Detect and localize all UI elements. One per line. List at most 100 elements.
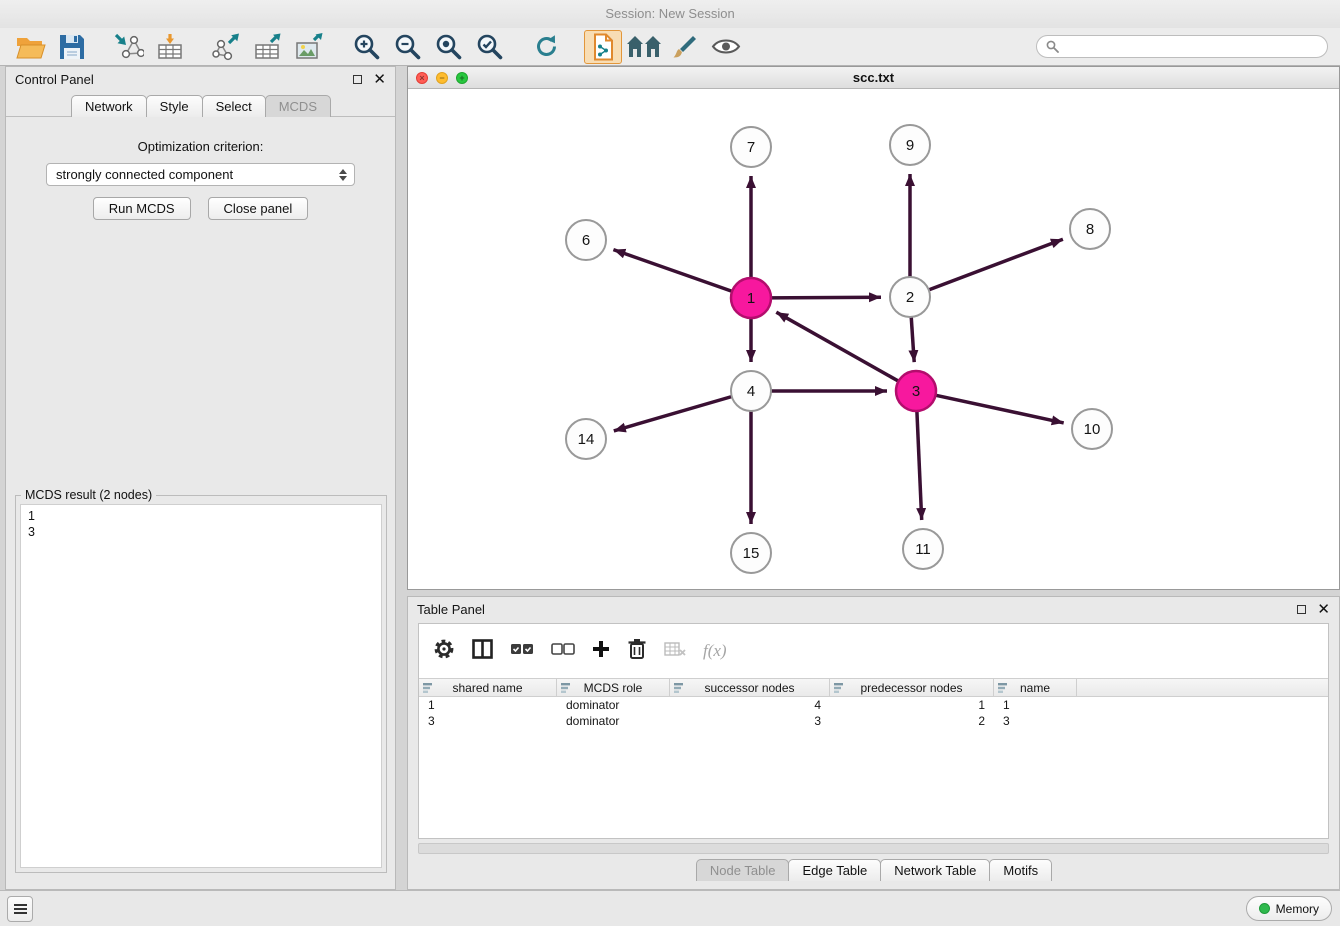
control-panel: Control Panel ✕ NetworkStyleSelectMCDS O… xyxy=(5,66,396,890)
graph-node-label: 15 xyxy=(743,545,760,562)
show-columns-button[interactable] xyxy=(472,639,493,664)
zoom-selected-button[interactable] xyxy=(470,30,508,64)
graph-node-label: 7 xyxy=(747,139,755,156)
tab-mcds[interactable]: MCDS xyxy=(265,95,331,117)
graph-edge-2-8[interactable] xyxy=(927,239,1063,290)
criterion-dropdown[interactable]: strongly connected component xyxy=(46,163,355,186)
column-sort-icon xyxy=(998,683,1009,694)
close-panel-button[interactable]: Close panel xyxy=(208,197,309,220)
mcds-result-group: MCDS result (2 nodes) 1 3 xyxy=(15,495,387,873)
plus-icon xyxy=(592,640,610,658)
deselect-all-columns-button[interactable] xyxy=(551,642,575,660)
refresh-view-button[interactable] xyxy=(527,30,565,64)
dropdown-stepper-icon[interactable] xyxy=(334,166,351,183)
graph-node-label: 14 xyxy=(578,431,595,448)
eye-icon xyxy=(711,37,741,56)
table-header-row: shared nameMCDS role successor nodes prede… xyxy=(419,678,1328,697)
column-header-shared-name[interactable]: shared name xyxy=(419,679,557,696)
add-column-button[interactable] xyxy=(592,640,610,663)
float-panel-icon[interactable] xyxy=(353,75,362,84)
export-image-icon xyxy=(295,33,323,61)
table-cell[interactable]: 1 xyxy=(419,697,557,713)
graph-edge-2-3[interactable] xyxy=(911,315,914,362)
table-cell[interactable]: 3 xyxy=(419,713,557,729)
search-field[interactable] xyxy=(1036,35,1328,58)
import-table-icon xyxy=(156,33,184,61)
import-network-button[interactable] xyxy=(110,30,148,64)
traffic-lights: × − + xyxy=(416,72,468,84)
run-mcds-button[interactable]: Run MCDS xyxy=(93,197,191,220)
tab-network[interactable]: Network xyxy=(71,95,147,117)
tab-style[interactable]: Style xyxy=(146,95,203,117)
table-tab-network-table[interactable]: Network Table xyxy=(880,859,990,881)
table-cell[interactable]: 4 xyxy=(670,697,830,713)
column-header-MCDS-role[interactable]: MCDS role xyxy=(557,679,670,696)
export-network-icon xyxy=(212,33,242,61)
unchecked-boxes-icon xyxy=(551,643,575,655)
zoom-window-icon[interactable]: + xyxy=(456,72,468,84)
horizontal-scrollbar[interactable] xyxy=(418,843,1329,854)
table-cell[interactable]: 1 xyxy=(994,697,1077,713)
table-cell[interactable]: 3 xyxy=(670,713,830,729)
control-panel-tabs: NetworkStyleSelectMCDS xyxy=(6,91,395,117)
close-window-icon[interactable]: × xyxy=(416,72,428,84)
task-history-button[interactable] xyxy=(7,896,33,922)
list-icon xyxy=(13,903,28,915)
tab-select[interactable]: Select xyxy=(202,95,266,117)
table-cell[interactable]: dominator xyxy=(557,697,670,713)
function-builder-button[interactable]: f(x) xyxy=(703,641,727,661)
search-input[interactable] xyxy=(1064,40,1318,54)
node-table-area: f(x) shared nameMCDS role successor nodes… xyxy=(418,623,1329,839)
graph-edges xyxy=(613,174,1063,524)
table-cell[interactable]: dominator xyxy=(557,713,670,729)
float-table-panel-icon[interactable] xyxy=(1297,605,1306,614)
apply-style-button[interactable] xyxy=(666,30,704,64)
delete-column-button[interactable] xyxy=(627,638,647,665)
column-header-name[interactable]: name xyxy=(994,679,1077,696)
table-tab-node-table[interactable]: Node Table xyxy=(696,859,790,881)
network-view-window: × − + scc.txt 7968124314101511 xyxy=(407,66,1340,590)
table-tab-edge-table[interactable]: Edge Table xyxy=(788,859,881,881)
minimize-window-icon[interactable]: − xyxy=(436,72,448,84)
save-session-button[interactable] xyxy=(53,30,91,64)
close-table-panel-icon[interactable]: ✕ xyxy=(1317,602,1330,617)
graph-edge-1-2[interactable] xyxy=(769,297,881,298)
open-session-button[interactable] xyxy=(12,30,50,64)
delete-table-button-disabled[interactable] xyxy=(664,641,686,662)
status-bar: Memory xyxy=(0,890,1340,926)
network-canvas[interactable]: 7968124314101511 xyxy=(408,89,1339,589)
table-cell[interactable]: 3 xyxy=(994,713,1077,729)
graph-edge-3-1[interactable] xyxy=(776,312,900,382)
close-panel-icon[interactable]: ✕ xyxy=(373,72,386,87)
table-cell[interactable]: 2 xyxy=(830,713,994,729)
graph-edge-1-6[interactable] xyxy=(613,250,734,292)
import-table-button[interactable] xyxy=(151,30,189,64)
table-row[interactable]: 3dominator323 xyxy=(419,713,1328,729)
export-table-button[interactable] xyxy=(249,30,287,64)
table-row[interactable]: 1dominator411 xyxy=(419,697,1328,713)
open-network-in-browser-button[interactable] xyxy=(584,30,622,64)
column-sort-icon xyxy=(561,683,572,694)
select-all-columns-button[interactable] xyxy=(510,642,534,660)
mcds-result-text[interactable]: 1 3 xyxy=(20,504,382,868)
export-image-button[interactable] xyxy=(290,30,328,64)
graph-node-label: 4 xyxy=(747,383,755,400)
show-hide-details-button[interactable] xyxy=(707,30,745,64)
column-header-successor-nodes[interactable]: successor nodes xyxy=(670,679,830,696)
network-window-titlebar[interactable]: × − + scc.txt xyxy=(408,67,1339,89)
column-header-predecessor-nodes[interactable]: predecessor nodes xyxy=(830,679,994,696)
table-cell[interactable]: 1 xyxy=(830,697,994,713)
table-settings-button[interactable] xyxy=(433,638,455,665)
zoom-fit-button[interactable] xyxy=(429,30,467,64)
graph-edge-3-11[interactable] xyxy=(917,409,922,520)
graph-edge-3-10[interactable] xyxy=(934,395,1064,423)
graph-edge-4-14[interactable] xyxy=(614,396,734,431)
table-tab-motifs[interactable]: Motifs xyxy=(989,859,1052,881)
export-network-button[interactable] xyxy=(208,30,246,64)
show-home-panels-button[interactable] xyxy=(625,30,663,64)
column-header-label: successor nodes xyxy=(704,681,794,695)
zoom-out-button[interactable] xyxy=(388,30,426,64)
zoom-in-button[interactable] xyxy=(347,30,385,64)
export-table-icon xyxy=(254,33,282,61)
memory-button[interactable]: Memory xyxy=(1246,896,1332,921)
